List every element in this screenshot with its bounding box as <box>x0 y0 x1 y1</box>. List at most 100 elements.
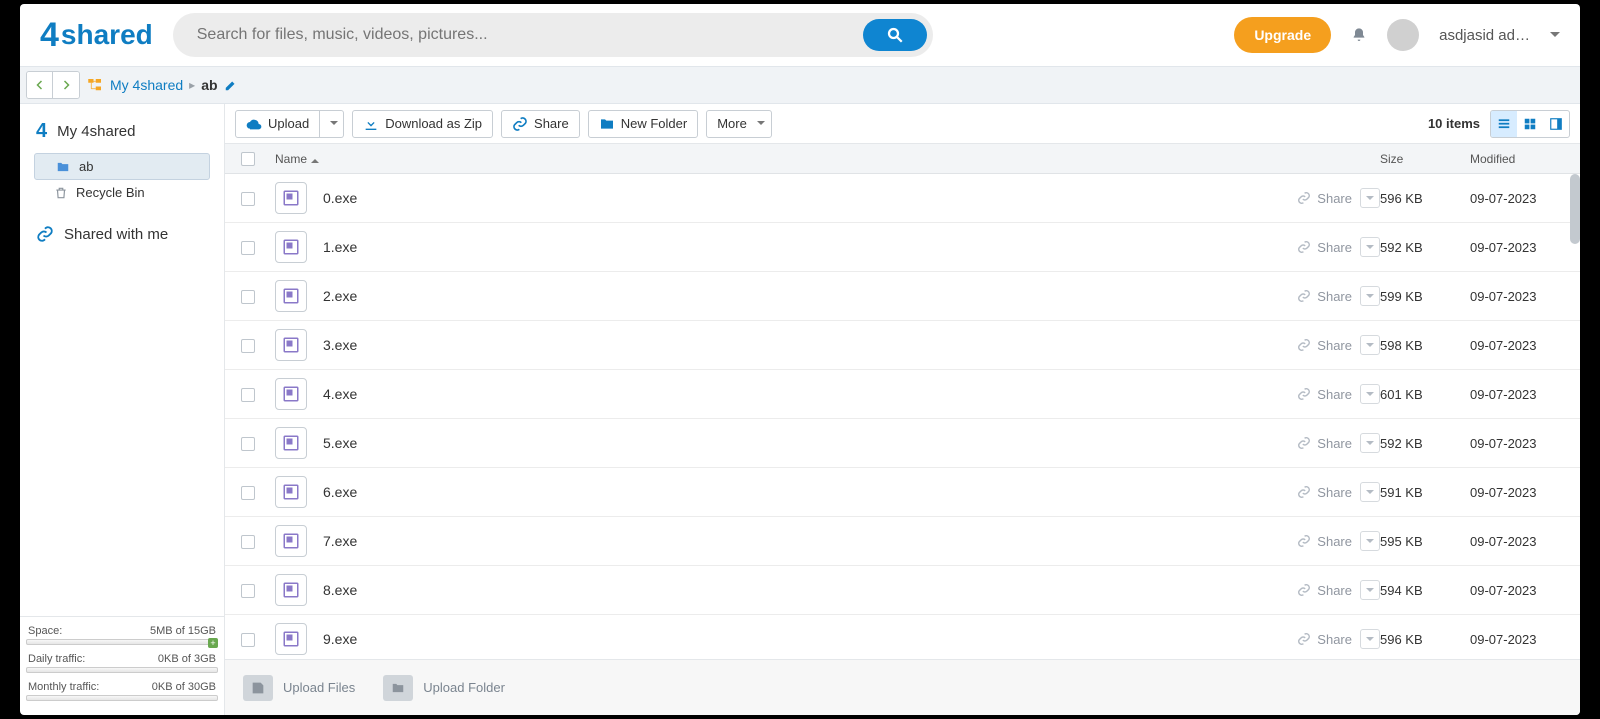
nav-forward-button[interactable] <box>53 72 79 98</box>
upload-button[interactable]: Upload <box>235 110 320 138</box>
stat-daily-bar <box>26 667 218 673</box>
upload-folder-label: Upload Folder <box>423 680 505 695</box>
row-share-label: Share <box>1317 485 1352 500</box>
row-checkbox[interactable] <box>241 437 255 451</box>
row-checkbox[interactable] <box>241 339 255 353</box>
row-share-dropdown[interactable] <box>1360 335 1380 355</box>
table-row[interactable]: 4.exeShare601 KB09-07-2023 <box>225 370 1580 419</box>
breadcrumb-root[interactable]: My 4shared <box>110 77 183 93</box>
share-label: Share <box>534 116 569 131</box>
file-modified: 09-07-2023 <box>1470 289 1570 304</box>
pencil-icon[interactable] <box>224 78 238 92</box>
file-exe-icon <box>275 378 307 410</box>
sidebar-item-ab[interactable]: ab <box>34 153 210 180</box>
sidebar-item-recycle-bin[interactable]: Recycle Bin <box>34 180 210 205</box>
table-row[interactable]: 5.exeShare592 KB09-07-2023 <box>225 419 1580 468</box>
logo[interactable]: 4shared <box>40 16 153 55</box>
column-modified-header[interactable]: Modified <box>1470 152 1570 166</box>
row-share-button[interactable]: Share <box>1297 387 1352 402</box>
sidebar-home-label: My 4shared <box>57 123 135 140</box>
row-share-dropdown[interactable] <box>1360 531 1380 551</box>
row-share-label: Share <box>1317 583 1352 598</box>
download-icon <box>363 116 379 132</box>
caret-down-icon <box>1366 637 1374 645</box>
row-share-dropdown[interactable] <box>1360 482 1380 502</box>
download-zip-label: Download as Zip <box>385 116 482 131</box>
download-zip-button[interactable]: Download as Zip <box>352 110 493 138</box>
row-checkbox[interactable] <box>241 388 255 402</box>
table-row[interactable]: 8.exeShare594 KB09-07-2023 <box>225 566 1580 615</box>
table-row[interactable]: 0.exeShare596 KB09-07-2023 <box>225 174 1580 223</box>
avatar[interactable] <box>1387 19 1419 51</box>
upload-files-label: Upload Files <box>283 680 355 695</box>
table-row[interactable]: 6.exeShare591 KB09-07-2023 <box>225 468 1580 517</box>
row-share-dropdown[interactable] <box>1360 580 1380 600</box>
row-share-button[interactable]: Share <box>1297 632 1352 647</box>
row-checkbox[interactable] <box>241 290 255 304</box>
search-input[interactable] <box>197 26 933 44</box>
row-share-dropdown[interactable] <box>1360 433 1380 453</box>
table-row[interactable]: 7.exeShare595 KB09-07-2023 <box>225 517 1580 566</box>
upload-folder-button[interactable]: Upload Folder <box>383 675 505 701</box>
upload-files-button[interactable]: Upload Files <box>243 675 355 701</box>
row-share-button[interactable]: Share <box>1297 583 1352 598</box>
search-box[interactable] <box>173 13 933 57</box>
row-checkbox[interactable] <box>241 192 255 206</box>
row-share-dropdown[interactable] <box>1360 629 1380 649</box>
view-grid-button[interactable] <box>1517 111 1543 137</box>
row-share-dropdown[interactable] <box>1360 237 1380 257</box>
row-share-dropdown[interactable] <box>1360 188 1380 208</box>
row-share-button[interactable]: Share <box>1297 485 1352 500</box>
file-size: 594 KB <box>1380 583 1470 598</box>
row-share-button[interactable]: Share <box>1297 191 1352 206</box>
file-name: 9.exe <box>323 631 357 647</box>
share-button[interactable]: Share <box>501 110 580 138</box>
sidebar-item-label: Recycle Bin <box>76 185 145 200</box>
sidebar-home[interactable]: 4 My 4shared <box>30 114 214 153</box>
link-icon <box>1297 485 1311 499</box>
row-share-label: Share <box>1317 240 1352 255</box>
user-menu-caret-icon[interactable] <box>1550 32 1560 42</box>
row-share-button[interactable]: Share <box>1297 240 1352 255</box>
row-share-button[interactable]: Share <box>1297 436 1352 451</box>
row-checkbox[interactable] <box>241 241 255 255</box>
table-row[interactable]: 9.exeShare596 KB09-07-2023 <box>225 615 1580 659</box>
file-exe-icon <box>275 574 307 606</box>
file-exe-icon <box>275 182 307 214</box>
row-checkbox[interactable] <box>241 584 255 598</box>
bell-icon[interactable] <box>1351 27 1367 43</box>
sidebar-shared[interactable]: Shared with me <box>20 213 224 255</box>
view-list-button[interactable] <box>1491 111 1517 137</box>
table-row[interactable]: 2.exeShare599 KB09-07-2023 <box>225 272 1580 321</box>
more-label: More <box>717 116 747 131</box>
upload-dropdown[interactable] <box>320 110 344 138</box>
select-all-checkbox[interactable] <box>241 152 255 166</box>
search-button[interactable] <box>863 19 927 51</box>
row-share-button[interactable]: Share <box>1297 534 1352 549</box>
new-folder-button[interactable]: New Folder <box>588 110 698 138</box>
upgrade-button[interactable]: Upgrade <box>1234 17 1331 53</box>
row-checkbox[interactable] <box>241 535 255 549</box>
column-size-header[interactable]: Size <box>1380 152 1470 166</box>
table-row[interactable]: 1.exeShare592 KB09-07-2023 <box>225 223 1580 272</box>
file-name: 7.exe <box>323 533 357 549</box>
file-exe-icon <box>275 623 307 655</box>
nav-back-button[interactable] <box>27 72 53 98</box>
view-sidebar-button[interactable] <box>1543 111 1569 137</box>
stat-daily-label: Daily traffic: <box>28 653 85 665</box>
caret-down-icon <box>330 121 338 129</box>
user-name-label[interactable]: asdjasid ad… <box>1439 27 1530 44</box>
file-name: 0.exe <box>323 190 357 206</box>
row-share-button[interactable]: Share <box>1297 338 1352 353</box>
row-share-dropdown[interactable] <box>1360 384 1380 404</box>
add-space-icon[interactable]: + <box>208 638 218 648</box>
row-share-button[interactable]: Share <box>1297 289 1352 304</box>
row-checkbox[interactable] <box>241 486 255 500</box>
more-button[interactable]: More <box>706 110 772 138</box>
table-row[interactable]: 3.exeShare598 KB09-07-2023 <box>225 321 1580 370</box>
scrollbar[interactable] <box>1570 174 1580 244</box>
row-share-dropdown[interactable] <box>1360 286 1380 306</box>
row-checkbox[interactable] <box>241 633 255 647</box>
column-name-header[interactable]: Name <box>275 152 1270 166</box>
file-size: 592 KB <box>1380 240 1470 255</box>
